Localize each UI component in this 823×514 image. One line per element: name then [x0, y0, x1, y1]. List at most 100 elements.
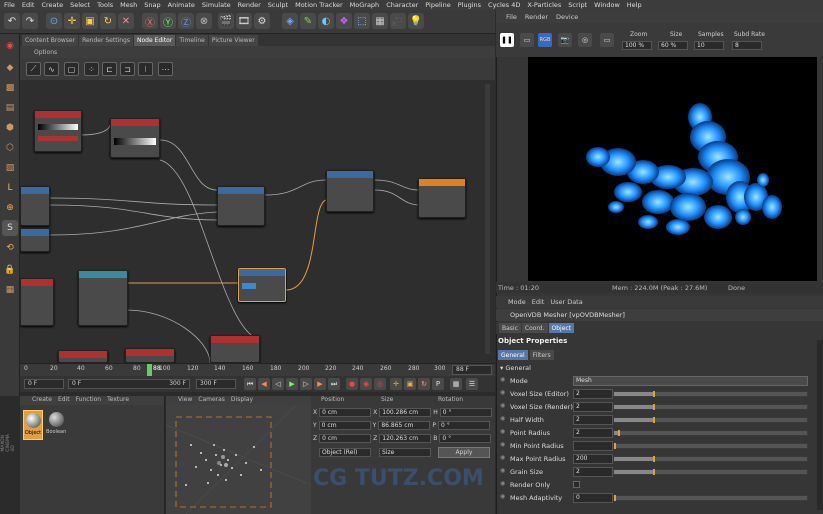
- animate-dot-icon[interactable]: ◉: [500, 428, 505, 435]
- property-value[interactable]: 200: [573, 454, 613, 464]
- animate-dot-icon[interactable]: ◉: [500, 467, 505, 474]
- editor-viewport[interactable]: View Cameras Display: [166, 396, 311, 514]
- tab-coord[interactable]: Coord.: [521, 323, 548, 333]
- menu-item[interactable]: Window: [594, 1, 620, 9]
- property-slider[interactable]: [613, 469, 808, 475]
- linear-curve-icon[interactable]: ⟋: [26, 62, 41, 76]
- menu-item[interactable]: Script: [568, 1, 587, 9]
- timeline-ruler[interactable]: 0 20 40 60 80 100 120 140 160 180 200 22…: [20, 363, 495, 376]
- animate-dot-icon[interactable]: ◉: [500, 376, 505, 383]
- animate-dot-icon[interactable]: ◉: [500, 415, 505, 422]
- slider-handle[interactable]: [614, 443, 616, 449]
- menu-item[interactable]: Character: [386, 1, 418, 9]
- menu-item[interactable]: MoGraph: [350, 1, 380, 9]
- subd-field[interactable]: 8: [732, 41, 762, 50]
- menu-item[interactable]: Pipeline: [425, 1, 450, 9]
- node-mix[interactable]: [217, 186, 265, 226]
- smooth-curve-icon[interactable]: ∿: [44, 62, 59, 76]
- rgb-icon[interactable]: RGB: [538, 33, 552, 47]
- node-red-bottom-2[interactable]: [58, 350, 108, 363]
- x-axis-icon[interactable]: Ⓧ: [142, 13, 158, 29]
- property-slider[interactable]: [613, 417, 808, 423]
- rotation-key-icon[interactable]: ↻: [418, 378, 430, 390]
- samples-field[interactable]: 10: [694, 41, 724, 50]
- object-thumbnail[interactable]: Object: [23, 410, 43, 440]
- menu-item[interactable]: Tools: [97, 1, 113, 9]
- grid-key-icon[interactable]: ▦: [450, 378, 462, 390]
- canvas-scrollbar[interactable]: [485, 84, 490, 354]
- tab-general[interactable]: General: [498, 350, 528, 360]
- clear-icon[interactable]: ▭: [600, 33, 614, 47]
- boolean-thumbnail[interactable]: Boolean: [46, 410, 66, 440]
- slider-handle[interactable]: [617, 430, 620, 436]
- z-axis-icon[interactable]: Ⓩ: [178, 13, 194, 29]
- node-red-left[interactable]: [20, 278, 54, 326]
- animate-dot-icon[interactable]: ◉: [500, 493, 505, 500]
- animate-dot-icon[interactable]: ◉: [500, 389, 505, 396]
- magnet-icon[interactable]: ⟲: [2, 240, 18, 256]
- tab-timeline[interactable]: Timeline: [176, 35, 208, 46]
- om-menu-function[interactable]: Function: [76, 396, 102, 405]
- tab-basic[interactable]: Basic: [499, 323, 521, 333]
- zoom-field[interactable]: 100 %: [622, 41, 652, 50]
- menu-item[interactable]: Cycles 4D: [488, 1, 520, 9]
- menu-item[interactable]: Plugins: [458, 1, 481, 9]
- property-value[interactable]: [573, 441, 613, 451]
- region-icon[interactable]: ▭: [520, 33, 534, 47]
- align-left-icon[interactable]: ⊏: [102, 62, 117, 76]
- animate-dot-icon[interactable]: ◉: [500, 402, 505, 409]
- node-gradient[interactable]: [34, 110, 82, 152]
- make-editable-icon[interactable]: ◉: [2, 38, 18, 54]
- node-material[interactable]: [326, 170, 374, 212]
- next-frame-icon[interactable]: ▷: [300, 378, 312, 390]
- node-canvas[interactable]: [20, 80, 495, 363]
- menu-item[interactable]: Render: [238, 1, 261, 9]
- pos-y-field[interactable]: 0 cm: [318, 420, 371, 430]
- property-value[interactable]: 0: [573, 493, 613, 503]
- rot-b-field[interactable]: 0 °: [439, 433, 492, 443]
- range-slider[interactable]: 0 F 300 F: [68, 379, 190, 389]
- lock-view-icon[interactable]: ◎: [578, 33, 592, 47]
- node-red-bottom[interactable]: [210, 335, 260, 363]
- keyframe-icon[interactable]: ◎: [374, 378, 386, 390]
- apply-button[interactable]: Apply: [438, 447, 490, 458]
- rv-menu-file[interactable]: File: [506, 13, 517, 21]
- start-frame-field[interactable]: 0 F: [24, 379, 64, 389]
- edges-mode-icon[interactable]: ⬡: [2, 140, 18, 156]
- workplane-icon[interactable]: ▤: [2, 100, 18, 116]
- param-key-icon[interactable]: P: [432, 378, 444, 390]
- vp-menu-view[interactable]: View: [178, 396, 192, 405]
- size-x-field[interactable]: 100.286 cm: [379, 407, 432, 417]
- menu-item[interactable]: File: [4, 1, 15, 9]
- render-settings-icon[interactable]: ⚙: [254, 13, 270, 29]
- size-y-field[interactable]: 86.865 cm: [378, 420, 431, 430]
- prev-frame-icon[interactable]: ◁: [272, 378, 284, 390]
- menu-item[interactable]: Snap: [144, 1, 160, 9]
- om-menu-edit[interactable]: Edit: [58, 396, 70, 405]
- snapshot-icon[interactable]: 📷: [558, 33, 572, 47]
- node-output[interactable]: [418, 178, 466, 218]
- menu-item[interactable]: Help: [627, 1, 642, 9]
- spline-icon[interactable]: ✎: [300, 13, 316, 29]
- menu-item[interactable]: Mesh: [120, 1, 137, 9]
- menu-item[interactable]: Animate: [168, 1, 195, 9]
- menu-item[interactable]: Simulate: [202, 1, 231, 9]
- cube-icon[interactable]: ◈: [282, 13, 298, 29]
- polygons-mode-icon[interactable]: ▧: [2, 160, 18, 176]
- rot-p-field[interactable]: 0 °: [437, 420, 490, 430]
- play-icon[interactable]: ▶: [286, 378, 298, 390]
- om-menu-texture[interactable]: Texture: [107, 396, 129, 405]
- node-selected[interactable]: [238, 268, 286, 302]
- array-icon[interactable]: ❖: [336, 13, 352, 29]
- timeline-icon[interactable]: ☰: [466, 378, 478, 390]
- scene-icon[interactable]: ▦: [372, 13, 388, 29]
- menu-item[interactable]: Select: [70, 1, 90, 9]
- render-picture-icon[interactable]: 🎞: [236, 13, 252, 29]
- light-icon[interactable]: 💡: [408, 13, 424, 29]
- deformer-icon[interactable]: ⬚: [354, 13, 370, 29]
- slider-handle[interactable]: [652, 391, 655, 397]
- record-icon[interactable]: ●: [346, 378, 358, 390]
- rotate-icon[interactable]: ↻: [100, 13, 116, 29]
- grid-icon[interactable]: ▦: [2, 282, 18, 298]
- node-noise[interactable]: [78, 270, 128, 326]
